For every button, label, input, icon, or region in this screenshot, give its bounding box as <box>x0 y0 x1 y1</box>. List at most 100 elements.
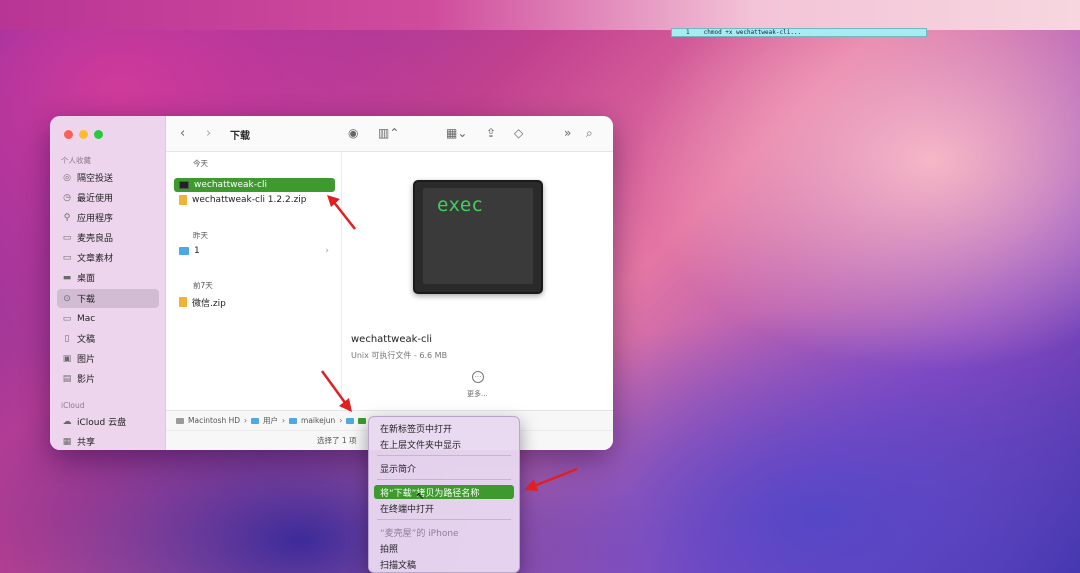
menu-separator <box>377 455 511 456</box>
close-button[interactable] <box>64 130 73 139</box>
menu-item-open-in-new-tab[interactable]: 在新标签页中打开 <box>374 421 514 435</box>
sidebar-section-favorites: 个人收藏 <box>61 156 91 165</box>
sidebar-item-pictures[interactable]: ▣ 图片 <box>57 349 159 368</box>
sidebar-item-label: 麦壳良品 <box>77 234 114 244</box>
folder-icon: ▭ <box>62 232 72 243</box>
toolbar: ‹ › 下载 ◉ ▥⌃ ▦⌄ ⇪ ◇ » ⌕ <box>166 116 613 152</box>
menu-item-scan-documents[interactable]: 扫描文稿 <box>374 557 514 571</box>
minimize-button[interactable] <box>79 130 88 139</box>
desktop-icon: ▬ <box>62 272 72 283</box>
window-controls <box>64 130 103 139</box>
download-icon: ⊙ <box>63 293 71 304</box>
group-heading: 今天 <box>193 159 208 168</box>
path-separator: › <box>282 416 286 425</box>
downloads-folder-icon[interactable] <box>346 417 355 424</box>
sidebar-item-recents[interactable]: ◷ 最近使用 <box>57 188 159 207</box>
folder-icon: ▭ <box>62 313 72 324</box>
more-button[interactable]: 更多... <box>467 389 488 399</box>
cloud-icon: ☁ <box>62 416 72 427</box>
airdrop-icon[interactable]: ◉ <box>348 126 358 140</box>
forward-button[interactable]: › <box>206 126 211 141</box>
file-name: 微信.zip <box>192 298 226 309</box>
file-name: wechattweak-cli 1.2.2.zip <box>192 195 307 205</box>
sidebar-item-materials[interactable]: ▭ 文章素材 <box>57 248 159 267</box>
share-icon[interactable]: ⇪ <box>486 126 496 140</box>
executable-icon <box>179 181 189 189</box>
tag-icon[interactable]: ◇ <box>514 126 523 140</box>
sidebar-item-label: Mac <box>77 313 96 324</box>
sidebar-item-label: 共享 <box>77 438 96 448</box>
path-item[interactable]: Macintosh HD <box>188 416 240 425</box>
folder-icon <box>289 417 298 424</box>
menu-item-show-in-enclosing-folder[interactable]: 在上层文件夹中显示 <box>374 437 514 451</box>
sidebar-item-shared[interactable]: ▦ 共享 <box>57 432 159 450</box>
disk-icon <box>176 417 184 424</box>
status-text: 选择了 1 项 <box>317 436 357 445</box>
menu-item-open-in-terminal[interactable]: 在终端中打开 <box>374 501 514 515</box>
chevron-right-icon: › <box>325 246 329 256</box>
zip-icon <box>179 195 187 205</box>
path-item[interactable]: 用户 <box>263 415 278 426</box>
menu-item-take-photo[interactable]: 拍照 <box>374 541 514 555</box>
exec-icon-label: exec <box>437 194 483 216</box>
clock-icon: ◷ <box>63 192 71 203</box>
apps-icon: ⚲ <box>63 212 71 223</box>
more-icon[interactable]: ··· <box>472 371 484 383</box>
path-separator: › <box>339 416 343 425</box>
wallpaper <box>0 0 1080 30</box>
sidebar-item-airdrop[interactable]: ◎ 隔空投送 <box>57 168 159 187</box>
sidebar-item-movies[interactable]: ▤ 影片 <box>57 369 159 388</box>
airdrop-icon: ◎ <box>63 172 71 183</box>
sidebar-item-mac[interactable]: ▭ Mac <box>57 309 159 328</box>
path-item[interactable]: maikejun <box>301 416 335 425</box>
sidebar: 个人收藏 ◎ 隔空投送 ◷ 最近使用 ⚲ 应用程序 ▭ 麦壳良品 ▭ 文章素材 … <box>50 116 166 450</box>
preview-file-name: wechattweak-cli <box>351 334 433 345</box>
sidebar-item-documents[interactable]: ▯ 文稿 <box>57 329 159 348</box>
terminal-command: chmod +x wechattweak-cli... <box>703 29 802 36</box>
sidebar-item-icloud-drive[interactable]: ☁ iCloud 云盘 <box>57 412 159 431</box>
file-name: wechattweak-cli <box>194 180 267 190</box>
more-tools-icon[interactable]: » <box>564 126 571 140</box>
zoom-button[interactable] <box>94 130 103 139</box>
sidebar-item-label: iCloud 云盘 <box>77 418 127 428</box>
window-title: 下载 <box>230 131 250 142</box>
back-button[interactable]: ‹ <box>180 126 185 141</box>
annotation-arrow-icon <box>524 467 578 491</box>
sidebar-item-label: 应用程序 <box>77 214 114 224</box>
menu-separator <box>377 479 511 480</box>
sidebar-item-label: 图片 <box>77 355 96 365</box>
view-mode-icon[interactable]: ▥⌃ <box>378 126 399 140</box>
file-row[interactable]: 微信.zip <box>174 295 335 309</box>
file-row[interactable]: 1 › <box>174 244 335 258</box>
exec-file-icon: exec <box>413 180 543 294</box>
mouse-cursor-icon: ↖ <box>416 491 425 502</box>
current-path-item[interactable] <box>358 417 367 424</box>
folder-icon <box>251 417 260 424</box>
menu-separator <box>377 519 511 520</box>
sidebar-item-label: 影片 <box>77 375 96 385</box>
exec-icon-screen: exec <box>423 188 533 284</box>
file-list: 今天 wechattweak-cli wechattweak-cli 1.2.2… <box>166 152 342 410</box>
file-row[interactable]: wechattweak-cli <box>174 178 335 192</box>
sidebar-item-desktop[interactable]: ▬ 桌面 <box>57 268 159 287</box>
film-icon: ▤ <box>62 373 72 384</box>
file-name: 1 <box>194 246 200 256</box>
search-icon[interactable]: ⌕ <box>586 126 593 141</box>
group-heading: 昨天 <box>193 231 208 240</box>
menu-item-iphone-header: “麦壳屋”的 iPhone <box>380 528 459 539</box>
sidebar-item-label: 文章素材 <box>77 254 114 264</box>
sidebar-item-label: 隔空投送 <box>77 174 114 184</box>
file-row[interactable]: wechattweak-cli 1.2.2.zip <box>174 193 335 207</box>
terminal-line-number: 1 <box>686 29 690 36</box>
group-icon[interactable]: ▦⌄ <box>446 126 467 140</box>
sidebar-item-maike[interactable]: ▭ 麦壳良品 <box>57 228 159 247</box>
sidebar-item-label: 文稿 <box>77 335 96 345</box>
sidebar-item-downloads[interactable]: ⊙ 下载 <box>57 289 159 308</box>
terminal-command-bar: 1 chmod +x wechattweak-cli... <box>671 28 927 37</box>
preview-pane: exec wechattweak-cli Unix 可执行文件 - 6.6 MB… <box>343 152 613 410</box>
annotation-arrow-icon <box>320 370 352 412</box>
sidebar-item-label: 下载 <box>77 295 96 305</box>
menu-item-get-info[interactable]: 显示简介 <box>374 461 514 475</box>
sidebar-item-applications[interactable]: ⚲ 应用程序 <box>57 208 159 227</box>
menu-item-copy-as-pathname[interactable]: 将“下载”拷贝为路径名称 <box>374 485 514 499</box>
